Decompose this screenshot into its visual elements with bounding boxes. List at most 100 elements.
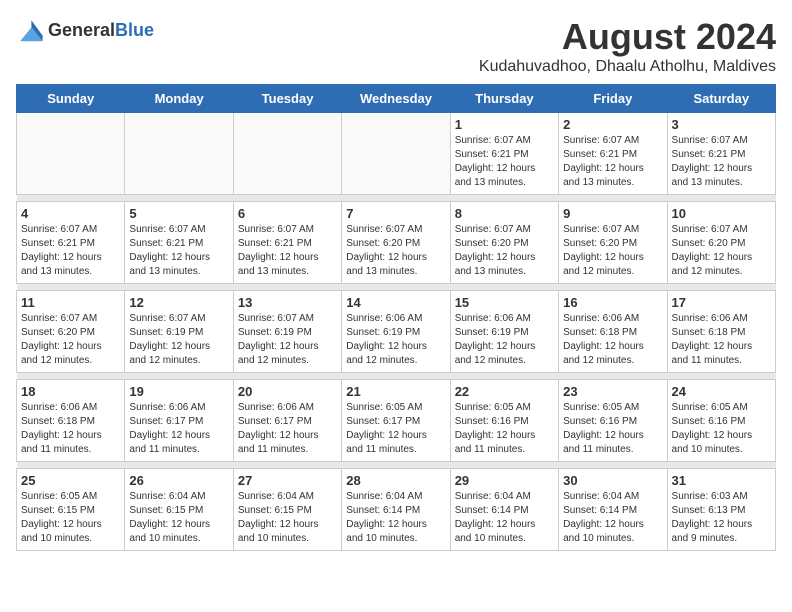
day-info: Sunrise: 6:07 AM Sunset: 6:21 PM Dayligh… [238, 223, 337, 279]
logo-icon [16, 16, 44, 44]
calendar-day: 31 Sunrise: 6:03 AM Sunset: 6:13 PM Dayli… [667, 469, 775, 551]
day-number: 10 [672, 206, 771, 221]
day-info: Sunrise: 6:06 AM Sunset: 6:19 PM Dayligh… [455, 312, 554, 368]
day-number: 30 [563, 473, 662, 488]
calendar-day: 25 Sunrise: 6:05 AM Sunset: 6:15 PM Dayli… [17, 469, 125, 551]
main-title: August 2024 [479, 16, 776, 58]
day-info: Sunrise: 6:07 AM Sunset: 6:19 PM Dayligh… [238, 312, 337, 368]
calendar-header-thursday: Thursday [450, 85, 558, 113]
day-number: 11 [21, 295, 120, 310]
day-info: Sunrise: 6:07 AM Sunset: 6:20 PM Dayligh… [672, 223, 771, 279]
calendar-day: 23 Sunrise: 6:05 AM Sunset: 6:16 PM Dayli… [559, 380, 667, 462]
spacer-row [17, 284, 776, 291]
day-info: Sunrise: 6:06 AM Sunset: 6:18 PM Dayligh… [672, 312, 771, 368]
calendar-day [342, 113, 450, 195]
calendar-day: 29 Sunrise: 6:04 AM Sunset: 6:14 PM Dayli… [450, 469, 558, 551]
day-number: 17 [672, 295, 771, 310]
calendar-day: 18Sunrise: 6:06 AM Sunset: 6:18 PM Dayli… [17, 380, 125, 462]
day-number: 31 [672, 473, 771, 488]
calendar-day: 6 Sunrise: 6:07 AM Sunset: 6:21 PM Daylig… [233, 202, 341, 284]
calendar-day: 19Sunrise: 6:06 AM Sunset: 6:17 PM Dayli… [125, 380, 233, 462]
day-info: Sunrise: 6:07 AM Sunset: 6:20 PM Dayligh… [21, 312, 120, 368]
calendar-week-1: 1 Sunrise: 6:07 AM Sunset: 6:21 PM Daylig… [17, 113, 776, 195]
calendar-header-friday: Friday [559, 85, 667, 113]
day-number: 29 [455, 473, 554, 488]
day-number: 26 [129, 473, 228, 488]
calendar-day: 10 Sunrise: 6:07 AM Sunset: 6:20 PM Dayli… [667, 202, 775, 284]
day-number: 21 [346, 384, 445, 399]
day-number: 6 [238, 206, 337, 221]
logo-text: GeneralBlue [48, 20, 154, 41]
day-info: Sunrise: 6:05 AM Sunset: 6:16 PM Dayligh… [563, 401, 662, 457]
day-number: 23 [563, 384, 662, 399]
day-number: 25 [21, 473, 120, 488]
calendar-table: SundayMondayTuesdayWednesdayThursdayFrid… [16, 84, 776, 551]
day-info: Sunrise: 6:04 AM Sunset: 6:15 PM Dayligh… [238, 490, 337, 546]
calendar-day: 3 Sunrise: 6:07 AM Sunset: 6:21 PM Daylig… [667, 113, 775, 195]
day-number: 1 [455, 117, 554, 132]
calendar-week-3: 11 Sunrise: 6:07 AM Sunset: 6:20 PM Dayli… [17, 291, 776, 373]
day-number: 14 [346, 295, 445, 310]
day-info: Sunrise: 6:05 AM Sunset: 6:15 PM Dayligh… [21, 490, 120, 546]
calendar-header-saturday: Saturday [667, 85, 775, 113]
day-info: Sunrise: 6:05 AM Sunset: 6:16 PM Dayligh… [455, 401, 554, 457]
calendar-day: 8Sunrise: 6:07 AM Sunset: 6:20 PM Daylig… [450, 202, 558, 284]
logo: GeneralBlue [16, 16, 154, 44]
logo-general: General [48, 20, 115, 40]
day-info: Sunrise: 6:06 AM Sunset: 6:19 PM Dayligh… [346, 312, 445, 368]
day-info: Sunrise: 6:05 AM Sunset: 6:17 PM Dayligh… [346, 401, 445, 457]
day-number: 13 [238, 295, 337, 310]
day-number: 5 [129, 206, 228, 221]
day-number: 7 [346, 206, 445, 221]
day-info: Sunrise: 6:04 AM Sunset: 6:14 PM Dayligh… [455, 490, 554, 546]
spacer-row [17, 462, 776, 469]
day-info: Sunrise: 6:03 AM Sunset: 6:13 PM Dayligh… [672, 490, 771, 546]
day-number: 2 [563, 117, 662, 132]
day-info: Sunrise: 6:07 AM Sunset: 6:20 PM Dayligh… [455, 223, 554, 279]
calendar-week-2: 4 Sunrise: 6:07 AM Sunset: 6:21 PM Daylig… [17, 202, 776, 284]
spacer-cell [17, 284, 776, 291]
spacer-row [17, 373, 776, 380]
day-number: 4 [21, 206, 120, 221]
day-number: 28 [346, 473, 445, 488]
calendar-day: 1Sunrise: 6:07 AM Sunset: 6:21 PM Daylig… [450, 113, 558, 195]
calendar-week-5: 25 Sunrise: 6:05 AM Sunset: 6:15 PM Dayli… [17, 469, 776, 551]
calendar-day: 28 Sunrise: 6:04 AM Sunset: 6:14 PM Dayli… [342, 469, 450, 551]
calendar-day: 17 Sunrise: 6:06 AM Sunset: 6:18 PM Dayli… [667, 291, 775, 373]
day-number: 9 [563, 206, 662, 221]
spacer-cell [17, 462, 776, 469]
calendar-day [17, 113, 125, 195]
day-number: 27 [238, 473, 337, 488]
day-info: Sunrise: 6:04 AM Sunset: 6:14 PM Dayligh… [346, 490, 445, 546]
calendar-day: 14 Sunrise: 6:06 AM Sunset: 6:19 PM Dayli… [342, 291, 450, 373]
day-info: Sunrise: 6:07 AM Sunset: 6:21 PM Dayligh… [21, 223, 120, 279]
calendar-day: 4 Sunrise: 6:07 AM Sunset: 6:21 PM Daylig… [17, 202, 125, 284]
calendar-header-sunday: Sunday [17, 85, 125, 113]
day-number: 20 [238, 384, 337, 399]
calendar-day [233, 113, 341, 195]
calendar-day: 2 Sunrise: 6:07 AM Sunset: 6:21 PM Daylig… [559, 113, 667, 195]
title-section: August 2024 Kudahuvadhoo, Dhaalu Atholhu… [479, 16, 776, 76]
day-info: Sunrise: 6:07 AM Sunset: 6:19 PM Dayligh… [129, 312, 228, 368]
calendar-day: 26 Sunrise: 6:04 AM Sunset: 6:15 PM Dayli… [125, 469, 233, 551]
calendar-day: 7Sunrise: 6:07 AM Sunset: 6:20 PM Daylig… [342, 202, 450, 284]
spacer-cell [17, 195, 776, 202]
logo-blue: Blue [115, 20, 154, 40]
day-number: 18 [21, 384, 120, 399]
calendar-header-wednesday: Wednesday [342, 85, 450, 113]
spacer-row [17, 195, 776, 202]
calendar-day: 21 Sunrise: 6:05 AM Sunset: 6:17 PM Dayli… [342, 380, 450, 462]
calendar-day: 27 Sunrise: 6:04 AM Sunset: 6:15 PM Dayli… [233, 469, 341, 551]
page-header: GeneralBlue August 2024 Kudahuvadhoo, Dh… [16, 16, 776, 76]
day-number: 15 [455, 295, 554, 310]
day-number: 16 [563, 295, 662, 310]
calendar-day: 15 Sunrise: 6:06 AM Sunset: 6:19 PM Dayli… [450, 291, 558, 373]
day-info: Sunrise: 6:07 AM Sunset: 6:21 PM Dayligh… [563, 134, 662, 190]
day-info: Sunrise: 6:06 AM Sunset: 6:17 PM Dayligh… [238, 401, 337, 457]
calendar-day: 30Sunrise: 6:04 AM Sunset: 6:14 PM Dayli… [559, 469, 667, 551]
day-info: Sunrise: 6:07 AM Sunset: 6:21 PM Dayligh… [672, 134, 771, 190]
day-number: 3 [672, 117, 771, 132]
calendar-day: 24Sunrise: 6:05 AM Sunset: 6:16 PM Dayli… [667, 380, 775, 462]
calendar-day: 16Sunrise: 6:06 AM Sunset: 6:18 PM Dayli… [559, 291, 667, 373]
day-info: Sunrise: 6:04 AM Sunset: 6:15 PM Dayligh… [129, 490, 228, 546]
